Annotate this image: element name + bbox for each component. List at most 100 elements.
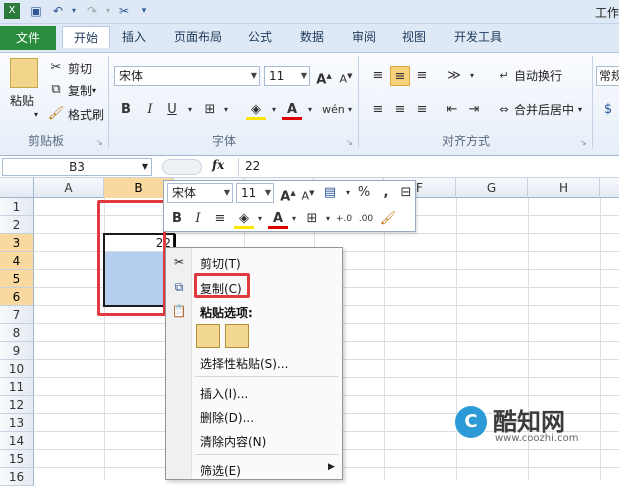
align-bottom-icon[interactable]: ≡ <box>412 66 432 86</box>
menu-item-filter[interactable]: 筛选(E) <box>200 462 241 479</box>
mini-decrease-decimal-icon[interactable]: .00 <box>356 209 376 229</box>
bold-icon[interactable]: B <box>116 100 136 120</box>
tab-home[interactable]: 开始 <box>62 26 110 48</box>
phonetic-dropdown-icon[interactable]: ▾ <box>340 100 360 120</box>
orientation-dropdown-icon[interactable]: ▾ <box>462 66 482 86</box>
row-header-12[interactable]: 12 <box>0 396 34 414</box>
row-header-11[interactable]: 11 <box>0 378 34 396</box>
copy-dropdown-icon[interactable]: ▾ <box>92 82 96 100</box>
tab-developer[interactable]: 开发工具 <box>446 26 510 48</box>
undo-icon[interactable]: ↶ <box>50 3 66 19</box>
column-header-h[interactable]: H <box>528 178 600 198</box>
row-header-3[interactable]: 3 <box>0 234 34 252</box>
fill-color-icon[interactable]: ◈ <box>246 100 266 120</box>
cut-button[interactable]: 剪切 <box>68 60 92 78</box>
underline-dropdown-icon[interactable]: ▾ <box>180 100 200 120</box>
tab-review[interactable]: 审阅 <box>344 26 384 48</box>
format-painter-button[interactable]: 格式刷 <box>68 106 104 124</box>
row-header-9[interactable]: 9 <box>0 342 34 360</box>
formula-input[interactable]: 22 <box>238 158 619 176</box>
mini-increase-decimal-icon[interactable]: +.0 <box>334 209 354 229</box>
formula-bar-splitter[interactable] <box>162 159 202 175</box>
undo-dropdown-icon[interactable]: ▾ <box>66 3 82 19</box>
border-dropdown-icon[interactable]: ▾ <box>216 100 236 120</box>
row-header-7[interactable]: 7 <box>0 306 34 324</box>
redo-icon[interactable]: ↷ <box>84 3 100 19</box>
row-header-14[interactable]: 14 <box>0 432 34 450</box>
accounting-format-icon[interactable]: $ <box>598 100 618 120</box>
menu-item-paste-special[interactable]: 选择性粘贴(S)... <box>200 355 288 372</box>
increase-indent-icon[interactable]: ⇥ <box>464 100 484 120</box>
tab-page-layout[interactable]: 页面布局 <box>166 26 230 48</box>
font-name-combo[interactable]: 宋体 ▼ <box>114 66 260 86</box>
mini-merge-icon[interactable]: ⊟ <box>396 183 416 203</box>
customize-quick-access-icon[interactable]: ▾ <box>136 3 152 19</box>
align-center-icon[interactable]: ≡ <box>390 100 410 120</box>
select-all-button[interactable] <box>0 178 34 198</box>
align-middle-icon[interactable]: ≡ <box>390 66 410 86</box>
font-color-dropdown-icon[interactable]: ▾ <box>300 100 320 120</box>
row-header-1[interactable]: 1 <box>0 198 34 216</box>
mini-center-icon[interactable]: ≡ <box>210 209 230 229</box>
wrap-text-button[interactable]: 自动换行 <box>514 67 562 85</box>
mini-percent-icon[interactable]: % <box>354 183 374 203</box>
align-right-icon[interactable]: ≡ <box>412 100 432 120</box>
mini-bold-icon[interactable]: B <box>167 209 187 229</box>
align-left-icon[interactable]: ≡ <box>368 100 388 120</box>
clipboard-launcher-icon[interactable]: ↘ <box>96 134 103 152</box>
tools-icon[interactable]: ✂ <box>116 3 132 19</box>
copy-button[interactable]: 复制 <box>68 82 92 100</box>
menu-item-clear[interactable]: 清除内容(N) <box>200 433 266 450</box>
number-format-combo[interactable]: 常规 <box>596 66 619 86</box>
paste-button[interactable]: 粘贴 <box>10 92 34 110</box>
row-header-16[interactable]: 16 <box>0 468 34 486</box>
menu-item-insert[interactable]: 插入(I)... <box>200 385 248 402</box>
mini-format-painter-icon[interactable]: 🖌 <box>378 209 398 229</box>
row-header-8[interactable]: 8 <box>0 324 34 342</box>
font-size-combo[interactable]: 11 ▼ <box>264 66 310 86</box>
mini-accounting-icon[interactable]: ▤ <box>320 183 340 203</box>
mini-shrink-font-icon[interactable]: A▼ <box>298 183 318 203</box>
paste-icon[interactable] <box>10 58 38 88</box>
fill-dropdown-icon[interactable]: ▾ <box>264 100 284 120</box>
align-top-icon[interactable]: ≡ <box>368 66 388 86</box>
orientation-icon[interactable]: ≫ <box>444 66 464 86</box>
row-header-6[interactable]: 6 <box>0 288 34 306</box>
mini-grow-font-icon[interactable]: A▲ <box>278 183 298 204</box>
tab-insert[interactable]: 插入 <box>114 26 154 48</box>
italic-icon[interactable]: I <box>140 100 160 120</box>
merge-center-button[interactable]: 合并后居中 <box>514 101 574 119</box>
tab-file[interactable]: 文件 <box>0 26 56 50</box>
decrease-indent-icon[interactable]: ⇤ <box>442 100 462 120</box>
row-header-13[interactable]: 13 <box>0 414 34 432</box>
underline-icon[interactable]: U <box>162 100 182 120</box>
paste-option-paste-icon[interactable] <box>196 324 220 348</box>
mini-font-color-dropdown-icon[interactable]: ▾ <box>284 209 304 229</box>
merge-dropdown-icon[interactable]: ▾ <box>578 101 582 119</box>
shrink-font-icon[interactable]: A▼ <box>336 66 356 86</box>
row-header-10[interactable]: 10 <box>0 360 34 378</box>
mini-italic-icon[interactable]: I <box>188 209 208 229</box>
font-launcher-icon[interactable]: ↘ <box>346 134 353 152</box>
row-header-5[interactable]: 5 <box>0 270 34 288</box>
tab-formulas[interactable]: 公式 <box>240 26 280 48</box>
row-header-4[interactable]: 4 <box>0 252 34 270</box>
tab-view[interactable]: 视图 <box>394 26 434 48</box>
save-icon[interactable]: ▣ <box>28 3 44 19</box>
grow-font-icon[interactable]: A▲ <box>314 66 334 87</box>
name-box[interactable]: B3 ▼ <box>2 158 152 176</box>
mini-fill-dropdown-icon[interactable]: ▾ <box>250 209 270 229</box>
font-color-icon[interactable]: A <box>282 100 302 120</box>
mini-comma-icon[interactable]: , <box>376 183 396 203</box>
row-header-15[interactable]: 15 <box>0 450 34 468</box>
menu-item-delete[interactable]: 删除(D)... <box>200 409 254 426</box>
insert-function-icon[interactable]: fx <box>212 158 224 172</box>
redo-dropdown-icon[interactable]: ▾ <box>100 3 116 19</box>
mini-size-combo[interactable]: 11 ▼ <box>236 183 274 203</box>
column-header-a[interactable]: A <box>34 178 104 198</box>
column-header-g[interactable]: G <box>456 178 528 198</box>
alignment-launcher-icon[interactable]: ↘ <box>580 134 587 152</box>
paste-option-values-icon[interactable] <box>225 324 249 348</box>
phonetic-icon[interactable]: wén <box>322 100 345 120</box>
paste-dropdown-icon[interactable]: ▾ <box>34 106 38 124</box>
